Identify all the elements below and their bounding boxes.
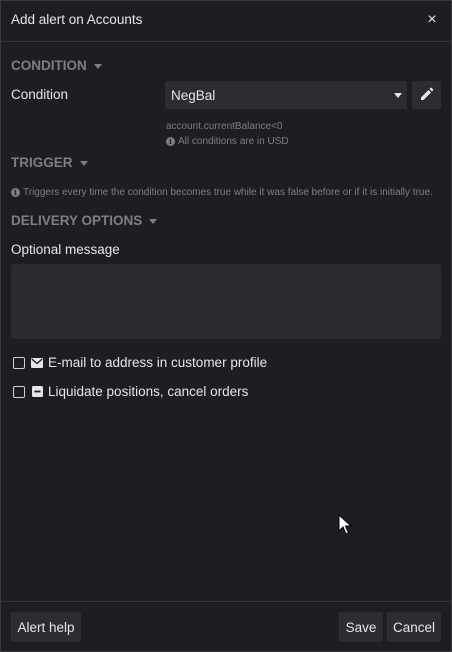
alert-help-button[interactable]: Alert help — [11, 612, 81, 642]
caret-down-icon — [149, 219, 158, 224]
delivery-section-toggle[interactable]: DELIVERY OPTIONS — [11, 213, 158, 228]
trigger-note: i Triggers every time the condition becom… — [11, 187, 433, 198]
chevron-down-icon — [394, 93, 402, 98]
liquidate-checkbox[interactable] — [13, 385, 25, 398]
email-option[interactable]: E-mail to address in customer profile — [13, 355, 267, 370]
trigger-note-text: Triggers every time the condition become… — [23, 187, 433, 198]
optional-message-label: Optional message — [11, 242, 120, 257]
info-icon: i — [11, 188, 20, 197]
condition-heading: CONDITION — [11, 58, 87, 73]
liquidate-option-label: Liquidate positions, cancel orders — [48, 384, 249, 399]
minus-square-icon — [31, 386, 43, 397]
close-icon: × — [427, 11, 437, 28]
close-button[interactable]: × — [423, 11, 441, 29]
trigger-section-toggle[interactable]: TRIGGER — [11, 155, 88, 170]
caret-down-icon — [79, 161, 88, 166]
cancel-button[interactable]: Cancel — [387, 612, 441, 642]
condition-select[interactable]: NegBal — [165, 81, 407, 109]
currency-note-text: All conditions are in USD — [178, 136, 289, 147]
condition-expression: account.currentBalance<0 — [166, 121, 283, 132]
mouse-pointer-icon — [338, 514, 352, 535]
optional-message-input[interactable] — [11, 264, 441, 339]
delivery-heading: DELIVERY OPTIONS — [11, 213, 143, 228]
save-button[interactable]: Save — [339, 612, 383, 642]
condition-select-value: NegBal — [171, 88, 216, 103]
envelope-icon — [31, 357, 43, 368]
currency-note: i All conditions are in USD — [166, 136, 289, 147]
alert-dialog: Add alert on Accounts × CONDITION Condit… — [0, 0, 452, 652]
liquidate-option[interactable]: Liquidate positions, cancel orders — [13, 384, 248, 399]
pencil-icon — [421, 87, 434, 100]
condition-label: Condition — [11, 87, 69, 102]
caret-down-icon — [93, 64, 102, 69]
edit-condition-button[interactable] — [412, 81, 441, 109]
dialog-footer: Alert help Save Cancel — [1, 601, 451, 652]
condition-section-toggle[interactable]: CONDITION — [11, 58, 102, 73]
dialog-title: Add alert on Accounts — [11, 12, 143, 27]
info-icon: i — [166, 137, 175, 146]
trigger-heading: TRIGGER — [11, 155, 73, 170]
dialog-titlebar: Add alert on Accounts × — [1, 1, 451, 42]
email-checkbox[interactable] — [13, 356, 25, 369]
email-option-label: E-mail to address in customer profile — [48, 355, 268, 370]
